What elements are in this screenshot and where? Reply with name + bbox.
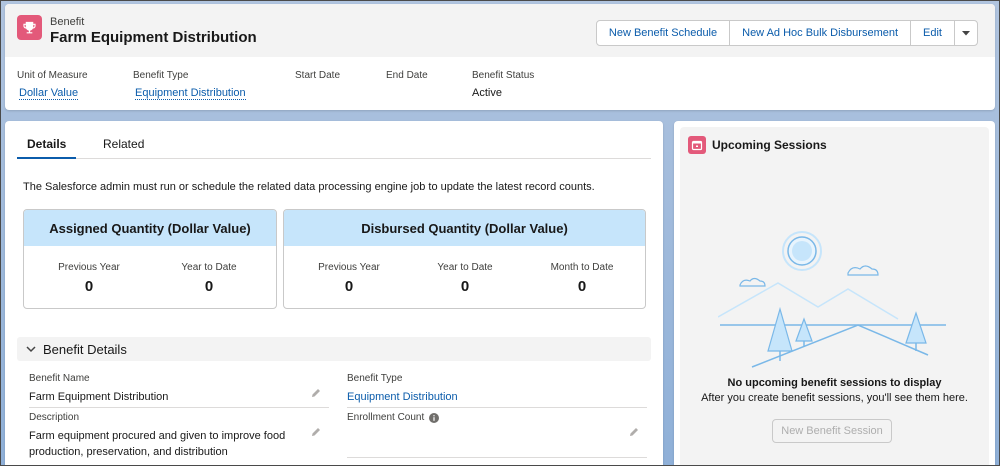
assigned-quantity-card: Assigned Quantity (Dollar Value) Previou… xyxy=(23,209,277,309)
details-card: Details Related The Salesforce admin mus… xyxy=(5,121,663,466)
field-benefit-type: Benefit Type Equipment Distribution xyxy=(347,373,647,405)
empty-state-title: No upcoming benefit sessions to display xyxy=(727,377,942,389)
field-value-line: Farm equipment procured and given to imp… xyxy=(29,430,286,442)
metric-label: Year to Date xyxy=(181,262,237,273)
assigned-year-to-date: Year to Date 0 xyxy=(164,262,254,295)
record-tabs: Details Related xyxy=(17,137,651,159)
field-label: Enrollment Count xyxy=(347,412,647,423)
header-action-group: New Benefit Schedule New Ad Hoc Bulk Dis… xyxy=(595,20,978,46)
data-processing-notice: The Salesforce admin must run or schedul… xyxy=(23,181,595,193)
benefit-details-section-toggle[interactable]: Benefit Details xyxy=(17,337,651,361)
metric-label: Previous Year xyxy=(318,262,380,273)
metric-value: 0 xyxy=(84,278,94,295)
assigned-quantity-title: Assigned Quantity (Dollar Value) xyxy=(24,210,276,246)
new-benefit-session-button[interactable]: New Benefit Session xyxy=(772,419,892,443)
edit-pencil-icon[interactable] xyxy=(311,388,321,398)
more-actions-button[interactable] xyxy=(954,20,978,46)
edit-pencil-icon[interactable] xyxy=(311,427,321,437)
disbursed-month-to-date: Month to Date 0 xyxy=(537,262,627,295)
highlight-end-date: End Date xyxy=(386,70,428,87)
new-benefit-schedule-button[interactable]: New Benefit Schedule xyxy=(595,20,731,46)
field-label: Benefit Type xyxy=(347,373,403,384)
highlight-unit-of-measure: Unit of Measure Dollar Value xyxy=(17,70,88,100)
field-benefit-name: Benefit Name Farm Equipment Distribution xyxy=(29,373,329,405)
edit-button[interactable]: Edit xyxy=(910,20,955,46)
highlight-start-date: Start Date xyxy=(295,70,340,87)
section-title: Benefit Details xyxy=(43,342,127,357)
tab-related[interactable]: Related xyxy=(103,137,144,159)
field-label: Benefit Name xyxy=(29,373,90,384)
metric-value: 0 xyxy=(344,278,354,295)
highlight-label: Benefit Status xyxy=(472,70,535,81)
metric-label: Month to Date xyxy=(550,262,614,273)
metric-value: 0 xyxy=(577,278,587,295)
field-value-line: production, preservation, and distributi… xyxy=(29,446,228,458)
disbursed-quantity-title: Disbursed Quantity (Dollar Value) xyxy=(284,210,645,246)
metric-value: 0 xyxy=(460,278,470,295)
field-enrollment-count: Enrollment Count xyxy=(347,412,647,428)
calendar-icon xyxy=(688,136,706,154)
field-divider xyxy=(347,407,647,408)
field-label: Description xyxy=(29,412,80,423)
highlight-label: Start Date xyxy=(295,70,341,81)
disbursed-previous-year: Previous Year 0 xyxy=(304,262,394,295)
benefit-status-value: Active xyxy=(472,87,502,99)
field-divider xyxy=(347,457,647,458)
highlight-label: End Date xyxy=(386,70,428,81)
assigned-previous-year: Previous Year 0 xyxy=(44,262,134,295)
upcoming-sessions-panel: Upcoming Sessions No upcoming benefit se… xyxy=(680,127,989,466)
field-description: Description Farm equipment procured and … xyxy=(29,412,329,460)
record-header-top: Benefit Farm Equipment Distribution New … xyxy=(5,4,995,57)
field-value: Farm Equipment Distribution xyxy=(29,391,169,403)
highlight-benefit-type: Benefit Type Equipment Distribution xyxy=(133,70,246,100)
new-ad-hoc-bulk-disbursement-button[interactable]: New Ad Hoc Bulk Disbursement xyxy=(729,20,912,46)
enrollment-count-label: Enrollment Count xyxy=(347,412,425,423)
unit-of-measure-link[interactable]: Dollar Value xyxy=(19,87,79,100)
edit-pencil-icon[interactable] xyxy=(629,427,639,437)
record-header: Benefit Farm Equipment Distribution New … xyxy=(5,4,995,110)
highlight-label: Unit of Measure xyxy=(17,70,88,81)
metric-value: 0 xyxy=(204,278,214,295)
upcoming-sessions-title: Upcoming Sessions xyxy=(712,138,827,152)
trophy-icon xyxy=(17,15,42,40)
chevron-down-icon xyxy=(26,346,36,353)
disbursed-quantity-card: Disbursed Quantity (Dollar Value) Previo… xyxy=(283,209,646,309)
metric-label: Year to Date xyxy=(437,262,493,273)
highlight-benefit-status: Benefit Status Active xyxy=(472,70,534,99)
disbursed-year-to-date: Year to Date 0 xyxy=(420,262,510,295)
highlight-label: Benefit Type xyxy=(133,70,189,81)
object-type-label: Benefit xyxy=(50,16,85,28)
empty-state-subtitle: After you create benefit sessions, you'l… xyxy=(701,392,968,404)
info-icon[interactable] xyxy=(429,412,440,423)
tab-details[interactable]: Details xyxy=(17,137,77,159)
record-title: Farm Equipment Distribution xyxy=(50,29,257,46)
chevron-down-icon xyxy=(962,31,970,36)
upcoming-sessions-card: Upcoming Sessions No upcoming benefit se… xyxy=(674,121,995,466)
metric-label: Previous Year xyxy=(58,262,120,273)
field-divider xyxy=(29,407,329,408)
benefit-type-field-link[interactable]: Equipment Distribution xyxy=(347,389,647,405)
benefit-type-link[interactable]: Equipment Distribution xyxy=(135,87,246,100)
empty-state-mountains-illustration xyxy=(718,231,946,368)
